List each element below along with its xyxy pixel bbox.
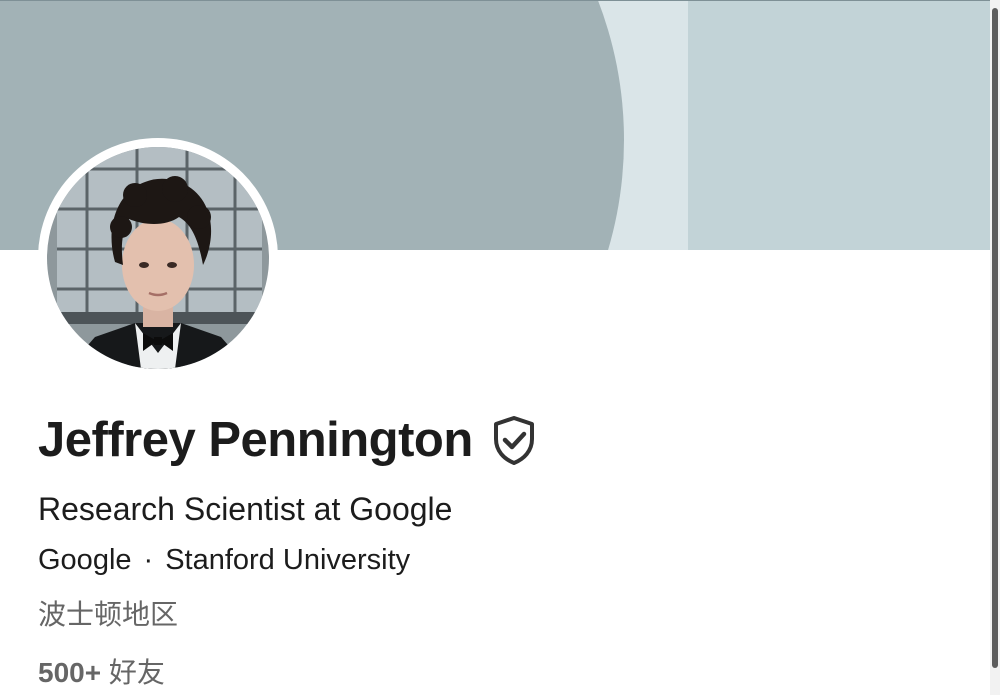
scrollbar[interactable]	[990, 0, 1000, 695]
school-link[interactable]: Stanford University	[165, 544, 410, 576]
profile-headline: Research Scientist at Google	[38, 491, 453, 527]
avatar[interactable]	[38, 138, 278, 378]
org-separator: ·	[143, 544, 154, 576]
profile-photo-icon	[47, 147, 269, 369]
profile-location: 波士顿地区	[38, 599, 179, 630]
name-row: Jeffrey Pennington	[38, 412, 537, 468]
connections-label: 好友	[108, 657, 165, 688]
connections-link[interactable]: 500+ 好友	[38, 651, 165, 691]
scrollbar-thumb[interactable]	[992, 8, 998, 668]
connections-count: 500+	[38, 657, 102, 688]
profile-organizations: Google · Stanford University	[38, 544, 410, 577]
banner-top-border	[0, 0, 1000, 1]
shield-check-icon[interactable]	[491, 415, 537, 465]
profile-name: Jeffrey Pennington	[38, 413, 473, 467]
company-link[interactable]: Google	[38, 544, 132, 576]
